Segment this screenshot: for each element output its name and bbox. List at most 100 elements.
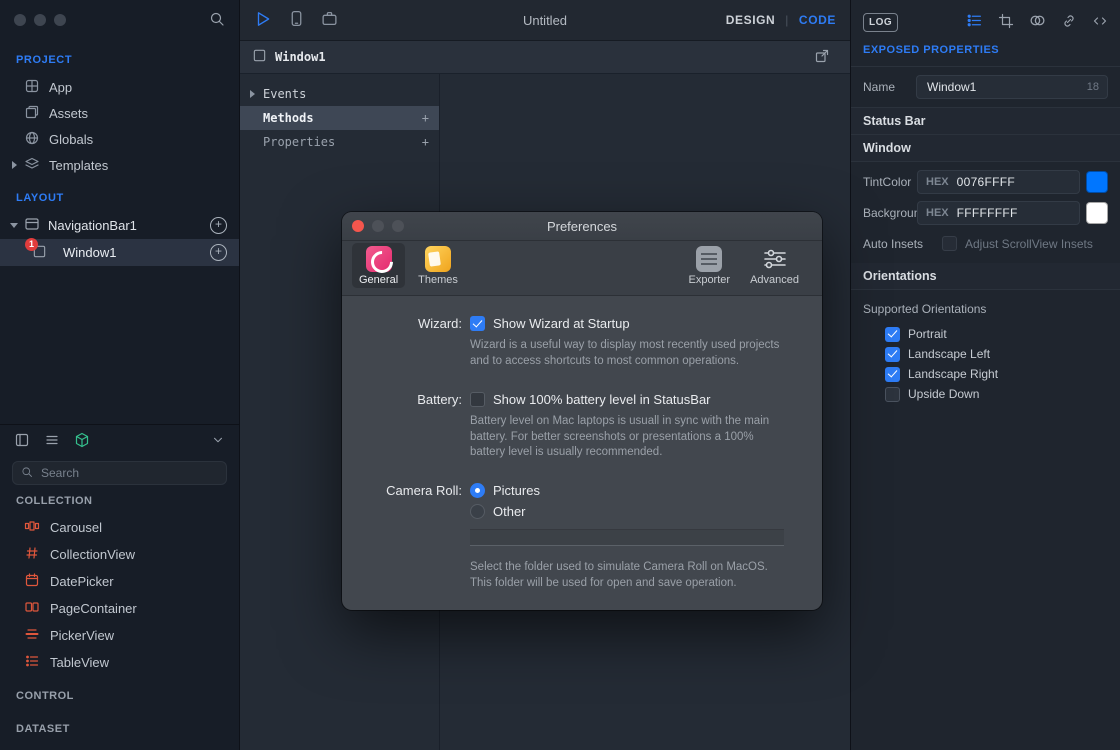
code-tag-icon[interactable] [1092,13,1108,32]
search-icon[interactable] [209,11,225,30]
properties-list-icon[interactable] [966,12,983,32]
disclosure-down-icon[interactable] [10,223,18,228]
assets-icon [24,104,40,123]
upside-down-checkbox[interactable] [885,387,900,402]
name-field[interactable]: 18 [916,75,1108,99]
library-item-pickerview[interactable]: PickerView [0,622,239,649]
tab-exporter[interactable]: Exporter [681,243,737,288]
tab-general[interactable]: General [352,243,405,288]
connections-link-icon[interactable] [1061,13,1077,32]
mode-switcher: DESIGN | CODE [726,13,836,27]
dialog-titlebar[interactable]: Preferences [342,212,822,241]
device-phone-icon[interactable] [288,10,305,30]
orientation-option-landscape-left: Landscape Left [851,344,1120,364]
auto-insets-label: Auto Insets [863,237,933,251]
search-icon [21,466,33,481]
tintcolor-swatch[interactable] [1086,171,1108,193]
add-button[interactable]: + [210,217,227,234]
minimize-button[interactable] [34,14,46,26]
run-play-icon[interactable] [254,10,272,31]
camera-roll-row: Camera Roll: Pictures [342,483,822,498]
open-external-icon[interactable] [814,48,830,67]
tintcolor-hex-field[interactable]: HEX 0076FFFF [917,170,1080,194]
layers-icon[interactable] [14,432,30,451]
disclosure-triangle-icon[interactable] [250,90,255,98]
pictures-radio[interactable] [470,483,485,498]
collection-group-header[interactable]: COLLECTION [0,487,239,514]
tree-item-properties[interactable]: Properties + [240,130,439,154]
dataset-group-header[interactable]: DATASET [0,715,239,742]
dialog-close-button[interactable] [352,220,364,232]
disclosure-triangle-icon[interactable] [12,161,17,169]
landscape-right-checkbox[interactable] [885,367,900,382]
landscape-left-checkbox[interactable] [885,347,900,362]
add-method-button[interactable]: + [422,111,429,125]
name-property-row: Name 18 [851,67,1120,108]
exporter-icon [696,246,722,272]
chevron-down-icon[interactable] [211,433,225,450]
tree-item-methods[interactable]: Methods + [240,106,439,130]
hex-label: HEX [926,207,949,219]
orientations-section-header[interactable]: Orientations [851,263,1120,290]
add-property-button[interactable]: + [422,135,429,149]
code-mode-button[interactable]: CODE [799,13,836,27]
tab-advanced[interactable]: Advanced [743,243,806,288]
orientation-option-portrait: Portrait [851,324,1120,344]
themes-icon [425,246,451,272]
tintcolor-label: TintColor [863,175,917,189]
name-input[interactable] [925,79,1059,95]
sidebar-item-app[interactable]: App [0,74,239,100]
zoom-button[interactable] [54,14,66,26]
adjust-scrollview-label: Adjust ScrollView Insets [965,237,1093,251]
library-item-datepicker[interactable]: DatePicker [0,568,239,595]
pagecontainer-icon [24,599,40,618]
orientation-option-landscape-right: Landscape Right [851,364,1120,384]
orientation-label: Landscape Left [908,347,990,361]
background-hex-field[interactable]: HEX FFFFFFFF [917,201,1080,225]
log-button[interactable]: LOG [863,13,898,32]
library-item-collectionview[interactable]: CollectionView [0,541,239,568]
library-search[interactable] [12,461,227,485]
control-group-header[interactable]: CONTROL [0,682,239,709]
adjust-scrollview-checkbox[interactable] [942,236,957,251]
background-swatch[interactable] [1086,202,1108,224]
statusbar-section-header[interactable]: Status Bar [851,108,1120,135]
tree-item-events[interactable]: Events [240,82,439,106]
design-mode-button[interactable]: DESIGN [726,13,776,27]
frame-icon[interactable] [998,13,1014,32]
orientation-option-upside-down: Upside Down [851,384,1120,404]
wizard-option-label: Show Wizard at Startup [493,316,630,331]
window-section-header[interactable]: Window [851,135,1120,162]
library-item-tableview[interactable]: TableView [0,649,239,676]
close-button[interactable] [14,14,26,26]
tab-themes[interactable]: Themes [411,243,465,288]
wizard-checkbox[interactable] [470,316,485,331]
sidebar-item-window1[interactable]: 1 Window1 + [0,239,239,266]
components-cube-icon[interactable] [74,432,90,451]
notification-badge: 1 [25,238,38,251]
datepicker-icon [24,572,40,591]
search-input[interactable] [39,465,218,481]
pictures-label: Pictures [493,483,540,498]
appearance-icon[interactable] [1029,12,1046,32]
list-icon[interactable] [44,432,60,451]
portrait-checkbox[interactable] [885,327,900,342]
app-window: PROJECT App Assets Globals Templates LAY… [0,0,1120,750]
briefcase-icon[interactable] [321,10,338,30]
sidebar-item-assets[interactable]: Assets [0,100,239,126]
dialog-minimize-button[interactable] [372,220,384,232]
other-radio[interactable] [470,504,485,519]
sidebar-item-templates[interactable]: Templates [0,152,239,178]
sidebar-item-navigationbar1[interactable]: NavigationBar1 + [0,212,239,239]
sidebar-item-globals[interactable]: Globals [0,126,239,152]
advanced-sliders-icon [762,246,788,272]
battery-checkbox[interactable] [470,392,485,407]
library-item-label: DatePicker [50,574,114,589]
library-item-pagecontainer[interactable]: PageContainer [0,595,239,622]
tree-item-label: Methods [263,111,314,125]
camera-folder-field[interactable] [470,529,784,546]
library-item-carousel[interactable]: Carousel [0,514,239,541]
wizard-label: Wizard: [342,316,462,331]
dialog-zoom-button[interactable] [392,220,404,232]
add-button[interactable]: + [210,244,227,261]
